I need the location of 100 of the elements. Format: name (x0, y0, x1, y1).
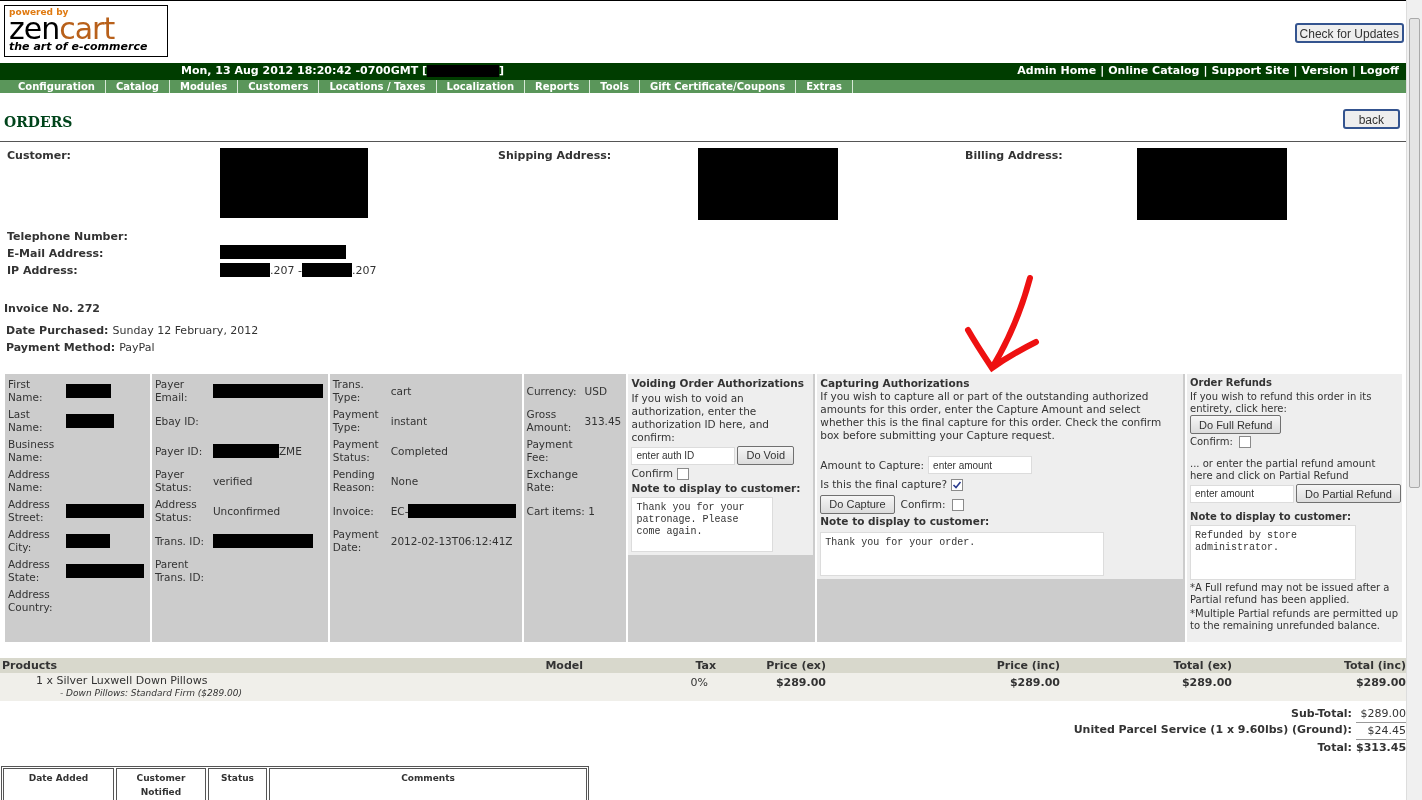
menu-item[interactable]: Reports (525, 79, 591, 93)
field-label: Telephone Number: (7, 228, 129, 245)
bracket-text: ] (499, 63, 505, 79)
confirm-label: Confirm: (1190, 436, 1233, 448)
footnote: *Multiple Partial refunds are permitted up to the remaining unrefunded balance. (1190, 608, 1399, 632)
field-label: Shipping Address: (498, 147, 613, 164)
separator-text: | (1293, 63, 1298, 79)
menu-item[interactable]: Extras (796, 79, 853, 93)
field-label: IP Address: (7, 262, 79, 279)
capture-button[interactable]: Do Capture (820, 495, 895, 514)
field-label: Gross Amount: (526, 408, 573, 434)
page-title: ORDERS (4, 112, 73, 132)
header-link[interactable]: Version (1301, 63, 1349, 80)
total-label: United Parcel Service (1 x 9.60lbs) (Ground): (1073, 722, 1352, 738)
field-label: Business Name: (8, 438, 56, 464)
void-button[interactable]: Do Void (737, 446, 794, 465)
field-value: Completed (390, 444, 448, 458)
note-label: Note to display to customer: (1190, 511, 1352, 523)
field-label: Exchange Rate: (526, 468, 579, 494)
field-value: PayPal (119, 340, 155, 356)
field-label: Last Name: (8, 408, 44, 434)
field-label: Payer Status: (154, 468, 193, 494)
logo-text: powered by (9, 8, 70, 17)
field-value: .207 (351, 262, 377, 279)
confirm-label: Confirm (631, 467, 673, 480)
header-link[interactable]: Support Site (1211, 63, 1290, 80)
panel-text: ... or enter the partial refund amount here and click on Partial Refund (1190, 458, 1377, 482)
partial-refund-button[interactable]: Do Partial Refund (1296, 484, 1401, 503)
note-label: Note to display to customer: (631, 482, 802, 495)
amount-label: Amount to Capture: (820, 458, 925, 472)
capture-amount-field[interactable]: enter amount (928, 456, 1033, 474)
table-cell-text: 0% (689, 675, 709, 691)
auth-id-field[interactable]: enter auth ID (631, 446, 736, 465)
column-header: Total (inc) (1342, 658, 1406, 674)
field-value: .207 - (270, 262, 302, 279)
note-field[interactable]: Thank you for your order. (820, 532, 1105, 576)
header-link[interactable]: Logoff (1360, 63, 1399, 80)
panel-text: If you wish to refund this order in its entirety, click here: (1190, 391, 1373, 415)
field-label: Payment Type: (332, 408, 380, 434)
panel-title: Voiding Order Authorizations (631, 377, 806, 390)
panel-title: Order Refunds (1190, 377, 1273, 389)
field-label: Payment Fee: (526, 438, 574, 464)
total-value: $313.45 (1356, 740, 1406, 756)
note-field[interactable]: Refunded by store administrator. (1190, 525, 1356, 580)
field-label: Trans. ID: (154, 534, 206, 548)
check-updates-button[interactable]: Check for Updates (1294, 23, 1404, 43)
refund-amount-field[interactable]: enter amount (1190, 484, 1294, 503)
panel-title: Capturing Authorizations (820, 377, 971, 390)
total-value: $289.00 (1359, 706, 1406, 722)
field-label: Parent Trans. ID: (154, 558, 206, 584)
column-header: Price (inc) (995, 658, 1060, 674)
note-label: Note to display to customer: (820, 515, 991, 528)
table-cell-text: $289.00 (1180, 675, 1232, 691)
column-header: Customer Notified (116, 768, 206, 800)
header-link[interactable]: Online Catalog (1108, 63, 1200, 80)
menu-item[interactable]: Localization (436, 79, 526, 93)
field-value: USD (584, 384, 607, 398)
menu-item[interactable]: Catalog (105, 79, 170, 93)
field-label: Address Name: (8, 468, 51, 494)
column-header: Tax (694, 658, 717, 674)
note-field[interactable]: Thank you for your patronage. Please come again. (631, 497, 774, 552)
menu-item[interactable]: Locations / Taxes (319, 79, 437, 93)
field-value: Unconfirmed (212, 504, 281, 518)
column-header: Products (1, 658, 59, 674)
menu-item[interactable]: Tools (590, 79, 640, 93)
separator-text: | (1352, 63, 1357, 79)
logo-tagline: the art of e-commerce (9, 41, 149, 52)
date-time: Mon, 13 Aug 2012 18:20:42 -0700GMT [ (181, 63, 428, 79)
field-value: ZME (278, 444, 302, 458)
field-label: Currency: (526, 384, 578, 398)
field-label: Billing Address: (965, 147, 1064, 164)
menu-item[interactable]: Customers (238, 79, 320, 93)
field-label: Payment Status: (332, 438, 380, 464)
field-label: E-Mail Address: (7, 245, 105, 262)
field-label: Address State: (8, 558, 51, 584)
header-link[interactable]: Admin Home (1017, 63, 1097, 80)
final-capture-label: Is this the final capture? (820, 478, 948, 491)
separator-text: | (1203, 63, 1208, 79)
field-label: Address Street: (8, 498, 51, 524)
field-label: Trans. Type: (332, 378, 365, 404)
field-label: Payer Email: (154, 378, 189, 404)
product-name: 1 x Silver Luxwell Down Pillows (36, 675, 209, 687)
field-value: EC- (390, 504, 409, 518)
field-label: Date Purchased: (6, 323, 109, 339)
footnote: *A Full refund may not be issued after a Partial refund has been applied. (1190, 582, 1391, 606)
logo-text: cart (59, 17, 115, 41)
menu-item[interactable]: Modules (170, 79, 239, 93)
field-label: Ebay ID: (154, 414, 200, 428)
back-button[interactable]: back (1342, 108, 1400, 129)
field-label: First Name: (8, 378, 44, 404)
total-label: Sub-Total: (1290, 706, 1352, 722)
full-refund-button[interactable]: Do Full Refund (1190, 415, 1282, 434)
field-label: Address Status: (154, 498, 198, 524)
field-value: 2012-02-13T06:12:41Z (390, 534, 513, 548)
logo-text: zen (9, 17, 60, 41)
field-label: Payment Method: (6, 340, 116, 356)
panel-text: If you wish to capture all or part of the outstanding authorized amounts for this order, enter the Capture Amount and select whether this is the final capture for this order. Check the confirm box before submitting your Capture request. (820, 390, 1163, 442)
separator-text: | (1100, 63, 1105, 79)
menu-item[interactable]: Configuration (8, 79, 106, 93)
menu-item[interactable]: Gift Certificate/Coupons (639, 79, 797, 93)
